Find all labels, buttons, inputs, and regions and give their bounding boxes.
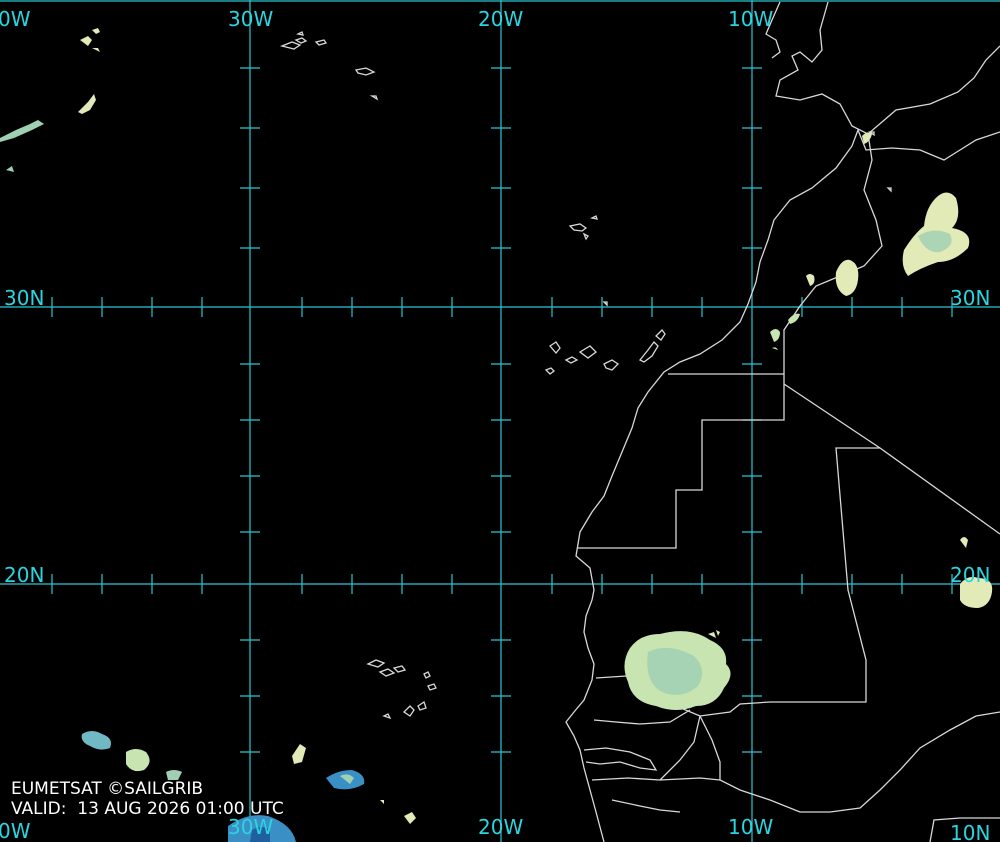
lon-label-bottom-0: 0W — [0, 819, 31, 842]
lon-label-top-0: 0W — [0, 7, 31, 31]
lat-label-10n-right: 10N — [950, 821, 990, 842]
credit-line: EUMETSAT ©SAILGRIB — [11, 779, 204, 799]
lat-label-20n-right: 20N — [950, 563, 990, 587]
lon-label-bottom-3: 10W — [728, 815, 773, 839]
valid-time: VALID: 13 AUG 2026 01:00 UTC — [11, 799, 284, 819]
lon-label-top-1: 30W — [228, 7, 273, 31]
lat-label-20n-left: 20N — [4, 563, 44, 587]
lat-label-30n-right: 30N — [950, 286, 990, 310]
satellite-map[interactable]: 0W 30W 20W 10W 30N 30N 20N 20N 0W 30W 20… — [0, 0, 1000, 842]
lon-label-top-3: 10W — [728, 7, 773, 31]
lon-label-top-2: 20W — [478, 7, 523, 31]
lon-label-bottom-2: 20W — [478, 815, 523, 839]
lat-label-30n-left: 30N — [4, 286, 44, 310]
